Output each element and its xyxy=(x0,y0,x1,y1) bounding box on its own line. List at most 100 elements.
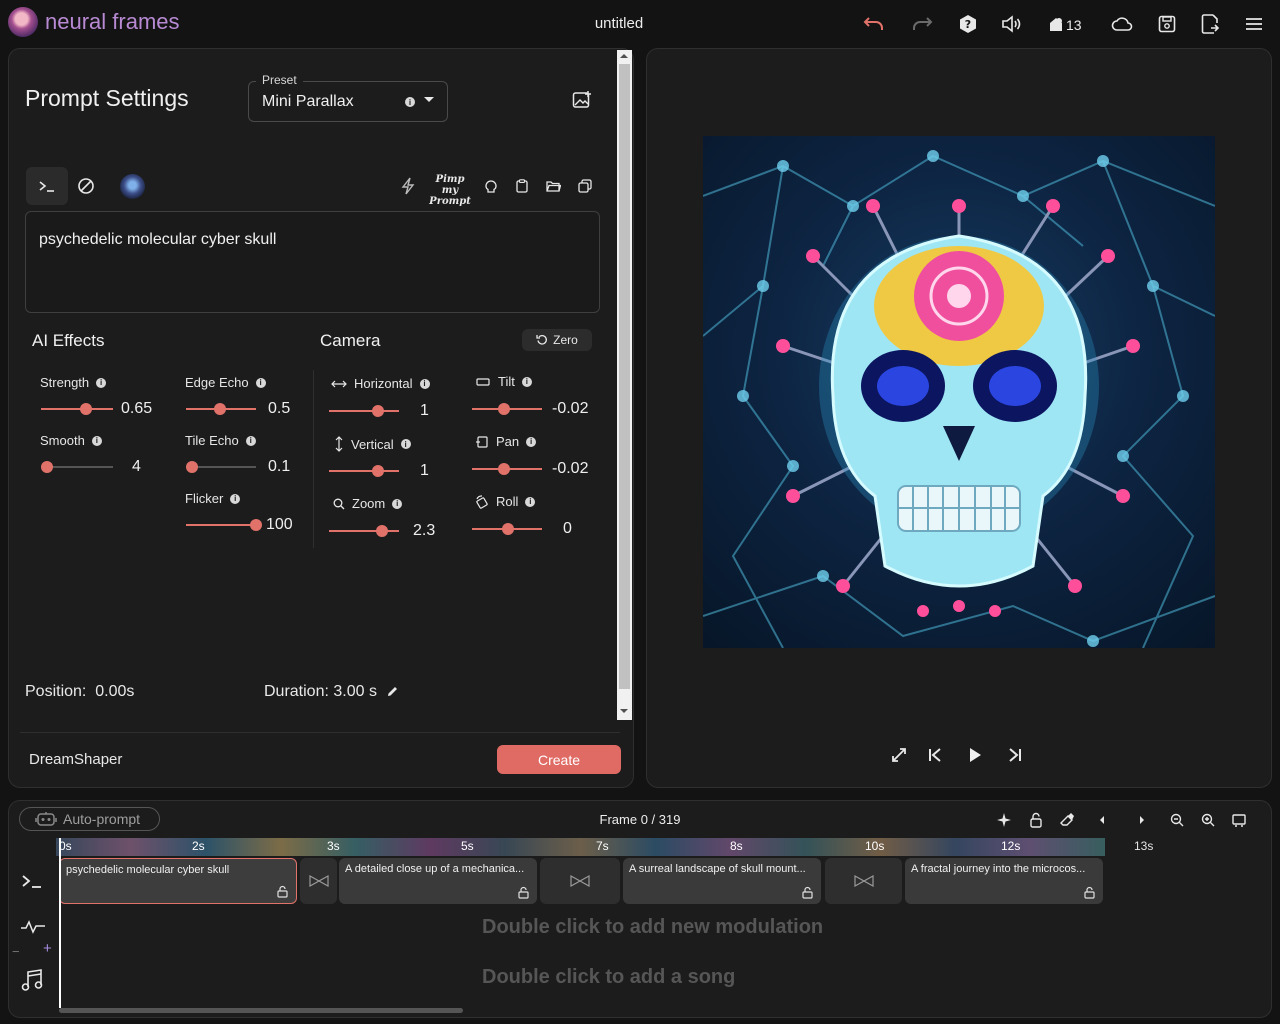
info-icon[interactable]: i xyxy=(526,436,537,447)
pimp-my-prompt-button[interactable]: Pimp my Prompt xyxy=(428,174,472,207)
zoom-slider-track[interactable] xyxy=(329,530,399,532)
create-button[interactable]: Create xyxy=(497,745,621,774)
chevron-down-icon[interactable] xyxy=(424,96,434,104)
info-icon[interactable]: i xyxy=(245,435,256,446)
strength-slider-track[interactable] xyxy=(41,408,113,410)
prompt-input[interactable]: psychedelic molecular cyber skull xyxy=(25,211,600,313)
credits-icon[interactable] xyxy=(1044,12,1068,36)
timeline-clip[interactable]: A surreal landscape of skull mount... xyxy=(623,858,821,904)
flicker-slider-thumb[interactable] xyxy=(250,519,262,531)
chevron-right-icon[interactable] xyxy=(1133,811,1151,829)
strength-slider-thumb[interactable] xyxy=(80,403,92,415)
zoom-slider-thumb[interactable] xyxy=(376,525,388,537)
flicker-slider-track[interactable] xyxy=(186,524,256,526)
timeline-clip[interactable]: A fractal journey into the microcos... xyxy=(905,858,1103,904)
clipboard-icon[interactable] xyxy=(516,179,528,193)
copy-icon[interactable] xyxy=(578,179,592,193)
scroll-down-arrow-icon[interactable] xyxy=(620,708,628,714)
info-icon[interactable]: i xyxy=(91,435,102,446)
edit-icon[interactable] xyxy=(386,685,399,698)
lock-icon[interactable] xyxy=(518,886,529,899)
play-icon[interactable] xyxy=(964,744,986,766)
menu-icon[interactable] xyxy=(1242,12,1266,36)
vertical-slider-track[interactable] xyxy=(329,470,399,472)
info-icon[interactable]: i xyxy=(230,493,241,504)
scrollbar-thumb[interactable] xyxy=(619,64,630,689)
timeline-clip[interactable]: A detailed close up of a mechanica... xyxy=(339,858,537,904)
logo[interactable] xyxy=(8,7,38,37)
remove-modulation-icon[interactable]: − xyxy=(12,944,20,959)
vertical-slider-thumb[interactable] xyxy=(372,465,384,477)
info-icon[interactable]: i xyxy=(400,439,411,449)
info-icon[interactable]: i xyxy=(96,377,107,388)
modulation-track-hint[interactable]: Double click to add new modulation xyxy=(482,916,823,939)
time-tick: 2s xyxy=(192,839,205,853)
skip-forward-icon[interactable] xyxy=(1004,744,1026,766)
tilt-slider-thumb[interactable] xyxy=(498,403,510,415)
clip-label: A surreal landscape of skull mount... xyxy=(629,863,806,875)
info-icon[interactable]: i xyxy=(521,376,532,387)
image-add-icon[interactable] xyxy=(569,88,595,112)
help-icon[interactable]: ? xyxy=(956,12,980,36)
auto-prompt-button[interactable]: Auto-prompt xyxy=(19,807,160,831)
export-icon[interactable] xyxy=(1198,12,1222,36)
save-icon[interactable] xyxy=(1155,12,1179,36)
sparkle-icon[interactable] xyxy=(995,811,1013,829)
style-image-thumbnail[interactable] xyxy=(120,174,145,199)
terminal-icon[interactable] xyxy=(26,167,68,205)
lock-icon[interactable] xyxy=(277,885,288,898)
transition-icon[interactable] xyxy=(825,858,902,904)
waveform-icon[interactable] xyxy=(20,920,46,934)
smooth-slider-thumb[interactable] xyxy=(41,461,53,473)
pan-icon xyxy=(476,435,488,448)
transition-icon[interactable] xyxy=(300,858,337,904)
transition-icon[interactable] xyxy=(540,858,620,904)
timeline-scrollbar[interactable] xyxy=(59,1008,463,1013)
model-name[interactable]: DreamShaper xyxy=(29,751,122,768)
credits-count: 13 xyxy=(1066,17,1082,33)
lock-icon[interactable] xyxy=(1027,811,1045,829)
pan-slider-thumb[interactable] xyxy=(498,463,510,475)
redo-icon[interactable] xyxy=(910,12,934,36)
lock-icon[interactable] xyxy=(802,886,813,899)
horizontal-slider-thumb[interactable] xyxy=(372,405,384,417)
music-icon[interactable] xyxy=(21,968,43,992)
info-icon[interactable]: i xyxy=(255,377,266,388)
frame-thumbnail-strip[interactable] xyxy=(56,838,1105,856)
edge-echo-slider-thumb[interactable] xyxy=(214,403,226,415)
tilt-label: Tilt i xyxy=(475,374,532,389)
document-title[interactable]: untitled xyxy=(560,15,678,32)
tile-echo-slider-thumb[interactable] xyxy=(186,461,198,473)
lock-icon[interactable] xyxy=(1084,886,1095,899)
info-icon[interactable]: i xyxy=(525,496,536,507)
zero-button[interactable]: Zero xyxy=(522,329,592,351)
negative-prompt-icon[interactable] xyxy=(77,177,95,195)
info-icon[interactable]: i xyxy=(392,498,403,509)
cloud-icon[interactable] xyxy=(1110,12,1134,36)
lightning-icon[interactable] xyxy=(400,177,416,195)
expand-icon[interactable] xyxy=(888,744,910,766)
folder-icon[interactable] xyxy=(546,180,561,192)
horizontal-arrows-icon xyxy=(331,380,347,387)
add-modulation-icon[interactable]: + xyxy=(43,940,52,957)
fit-icon[interactable] xyxy=(1230,811,1248,829)
undo-icon[interactable] xyxy=(862,12,886,36)
info-icon[interactable]: i xyxy=(419,378,430,389)
preview-image[interactable] xyxy=(703,136,1215,648)
zoom-out-icon[interactable] xyxy=(1168,811,1186,829)
timeline-clip[interactable]: psychedelic molecular cyber skull xyxy=(59,858,297,904)
zoom-in-icon[interactable] xyxy=(1199,811,1217,829)
eraser-icon[interactable] xyxy=(1058,811,1076,829)
playhead[interactable] xyxy=(59,838,61,1008)
flicker-label: Flicker i xyxy=(185,491,241,506)
terminal-icon[interactable] xyxy=(22,873,42,889)
brain-icon[interactable] xyxy=(484,179,498,193)
scroll-up-arrow-icon[interactable] xyxy=(620,53,628,59)
skip-back-icon[interactable] xyxy=(924,744,946,766)
chevron-left-icon[interactable] xyxy=(1093,811,1111,829)
horizontal-slider-track[interactable] xyxy=(329,410,399,412)
roll-slider-thumb[interactable] xyxy=(502,523,514,535)
info-icon[interactable]: i xyxy=(405,97,415,107)
song-track-hint[interactable]: Double click to add a song xyxy=(482,966,735,989)
volume-icon[interactable] xyxy=(999,12,1023,36)
